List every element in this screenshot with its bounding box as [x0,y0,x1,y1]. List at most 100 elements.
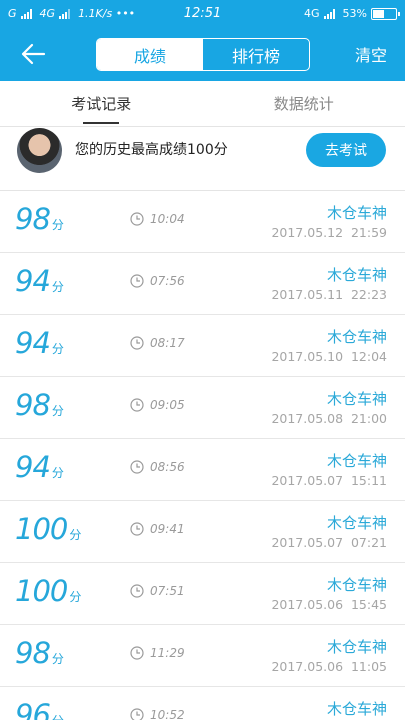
duration-value: 07:56 [150,274,185,288]
clock-icon [130,212,144,226]
cell-signal-icon [323,8,335,19]
score: 100 分 [15,512,81,546]
duration: 09:41 [130,522,185,536]
score-unit: 分 [51,404,64,418]
status-bar: G 4G 1.1K/s ••• 12:51 4G 53% [0,0,405,27]
record-row[interactable]: 94 分 08:56 木仓车神 2017.05.07 15:11 [0,439,405,501]
score-unit: 分 [51,466,64,480]
record-row[interactable]: 94 分 08:17 木仓车神 2017.05.10 12:04 [0,315,405,377]
score-value: 98 [15,636,51,670]
score-value: 98 [15,388,51,422]
score-unit: 分 [51,280,64,294]
user-name: 木仓车神 [326,328,387,346]
record-date: 2017.05.12 21:59 [271,225,387,240]
record-date: 2017.05.06 15:45 [271,597,387,612]
duration-value: 08:56 [150,460,185,474]
duration-value: 11:29 [150,646,185,660]
network-type: 4G [304,7,320,20]
score: 94 分 [15,264,64,298]
signal-strength-icon-2 [59,8,71,19]
record-date: 2017.05.11 22:23 [271,287,387,302]
tab-exam-records[interactable]: 考试记录 [0,81,203,126]
score-value: 94 [15,326,51,360]
duration-value: 09:41 [150,522,185,536]
tab-scores[interactable]: 成绩 [97,39,203,70]
user-name: 木仓车神 [326,638,387,656]
score: 96 分 [15,698,64,720]
record-row[interactable]: 98 分 10:04 木仓车神 2017.05.12 21:59 [0,191,405,253]
status-left: G 4G 1.1K/s ••• [8,7,135,20]
record-row[interactable]: 98 分 09:05 木仓车神 2017.05.08 21:00 [0,377,405,439]
record-row[interactable]: 94 分 07:56 木仓车神 2017.05.11 22:23 [0,253,405,315]
duration-value: 07:51 [150,584,185,598]
clock-icon [130,584,144,598]
score-value: 94 [15,264,51,298]
score-value: 98 [15,202,51,236]
record-date: 2017.05.08 21:00 [271,411,387,426]
duration: 10:52 [130,708,185,720]
score-value: 100 [15,512,68,546]
battery-percent: 53% [342,7,367,20]
app-bar: 成绩 排行榜 清空 [0,27,405,81]
score: 98 分 [15,388,64,422]
signal-strength-icon [20,8,32,19]
record-date: 2017.05.10 12:04 [271,349,387,364]
arrow-left-icon [21,43,46,65]
best-score-row: 您的历史最高成绩100分 去考试 [0,127,405,191]
score: 100 分 [15,574,81,608]
duration: 08:56 [130,460,185,474]
user-name: 木仓车神 [326,204,387,222]
clock-icon [130,274,144,288]
score-unit: 分 [51,218,64,232]
score-unit: 分 [52,712,64,720]
clear-button[interactable]: 清空 [355,42,387,66]
user-name: 木仓车神 [326,700,387,718]
user-name: 木仓车神 [326,266,387,284]
score-unit: 分 [51,342,64,356]
duration-value: 10:04 [150,212,185,226]
duration: 10:04 [130,212,185,226]
back-button[interactable] [18,39,48,69]
carrier-label-2: 4G [39,7,56,20]
battery-fill [373,9,385,18]
score: 98 分 [15,202,64,236]
record-date: 2017.05.07 07:21 [271,535,387,550]
duration-value: 09:05 [150,398,185,412]
duration-value: 08:17 [150,336,185,350]
score-unit: 分 [51,652,64,666]
record-row[interactable]: 98 分 11:29 木仓车神 2017.05.06 11:05 [0,625,405,687]
best-score-text: 您的历史最高成绩100分 [75,142,228,158]
clock-icon [130,646,144,660]
score-unit: 分 [69,528,82,542]
record-date: 2017.05.07 15:11 [271,473,387,488]
user-name: 木仓车神 [326,514,387,532]
user-name: 木仓车神 [326,576,387,594]
tab-ranking[interactable]: 排行榜 [203,39,309,70]
score-value: 96 [15,698,51,720]
records-list: 98 分 10:04 木仓车神 2017.05.12 21:59 94 分 07… [0,191,405,720]
status-right: 4G 53% [304,0,400,27]
record-row[interactable]: 100 分 09:41 木仓车神 2017.05.07 07:21 [0,501,405,563]
battery-icon [371,7,400,20]
record-date: 2017.05.06 11:05 [271,659,387,674]
clock-icon [130,398,144,412]
duration: 08:17 [130,336,185,350]
score-value: 100 [15,574,68,608]
user-name: 木仓车神 [326,452,387,470]
record-row[interactable]: 100 分 07:51 木仓车神 2017.05.06 15:45 [0,563,405,625]
score-unit: 分 [69,590,82,604]
duration: 07:56 [130,274,185,288]
duration: 11:29 [130,646,185,660]
clock-icon [130,460,144,474]
clock-icon [130,708,144,720]
record-row[interactable]: 96 分 10:52 木仓车神 [0,687,405,720]
carrier-label-1: G [8,7,17,20]
tab-data-stats[interactable]: 数据统计 [203,81,405,126]
duration: 07:51 [130,584,185,598]
score: 94 分 [15,326,64,360]
go-exam-button[interactable]: 去考试 [306,133,386,167]
score-value: 94 [15,450,51,484]
clock-icon [130,522,144,536]
clock-icon [130,336,144,350]
avatar[interactable] [17,128,62,173]
